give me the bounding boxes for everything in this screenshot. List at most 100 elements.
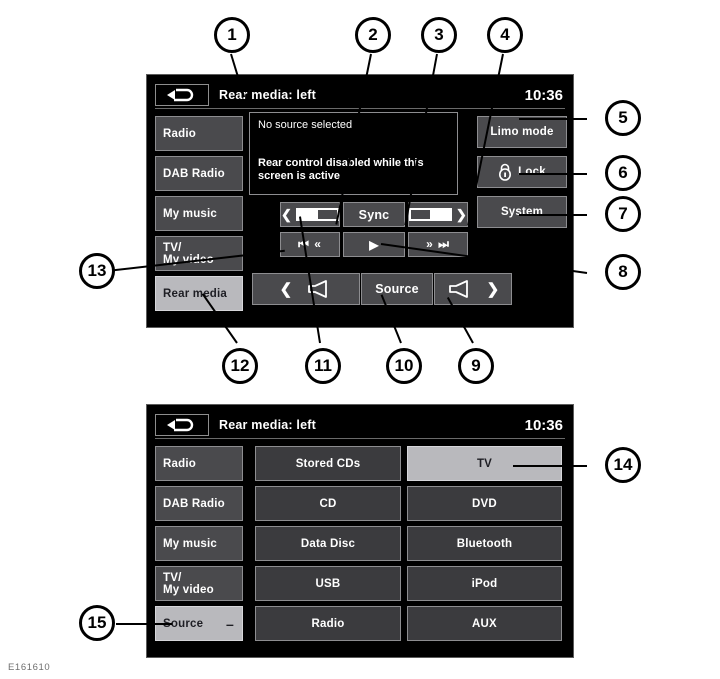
sidebar-item-label-line2: My video [163, 583, 214, 596]
system-label: System [500, 206, 544, 218]
sidebar-item-dab-radio[interactable]: DAB Radio [155, 156, 243, 191]
source-tile-usb[interactable]: USB [255, 566, 401, 601]
callout-12: 12 [222, 348, 258, 384]
callout-10: 10 [386, 348, 422, 384]
screen-title: Rear media: left [219, 88, 316, 102]
callout-6: 6 [605, 155, 641, 191]
source-tile-label: AUX [472, 617, 497, 630]
callout-11: 11 [305, 348, 341, 384]
source-tile-cd[interactable]: CD [255, 486, 401, 521]
source-tile-data-disc[interactable]: Data Disc [255, 526, 401, 561]
sync-button[interactable]: Sync [343, 202, 405, 227]
callout-number: 3 [434, 25, 444, 44]
balance-left-button[interactable]: ❮ [280, 202, 340, 227]
source-tile-label: USB [315, 577, 341, 590]
slider-knob[interactable] [411, 210, 430, 219]
source-tile-tv[interactable]: TV [407, 446, 562, 481]
sidebar-item-radio[interactable]: Radio [155, 446, 243, 481]
leader-line-5 [519, 118, 587, 120]
back-button[interactable] [155, 414, 209, 436]
rear-control-disabled-text: Rear control disabled while this screen … [258, 157, 424, 182]
left-balance-slider[interactable] [296, 208, 339, 221]
back-arrow-icon [167, 88, 194, 102]
sidebar-item-my-music[interactable]: My music [155, 526, 243, 561]
source-tile-label: DVD [472, 497, 497, 510]
callout-number: 15 [87, 613, 107, 632]
lock-icon [499, 163, 512, 181]
sidebar-item-label-line1: TV/ [163, 241, 182, 254]
source-info-box: No source selected Rear control disabled… [249, 112, 458, 195]
lock-button[interactable]: Lock [477, 156, 567, 188]
figure-code: E161610 [8, 662, 51, 673]
sidebar-item-tv-my-video[interactable]: TV/ My video [155, 566, 243, 601]
callout-number: 12 [230, 356, 250, 375]
source-tile-label: CD [319, 497, 337, 510]
callout-number: 11 [314, 356, 332, 375]
previous-track-button[interactable]: ⏮ « [280, 232, 340, 257]
source-tile-radio[interactable]: Radio [255, 606, 401, 641]
callout-number: 9 [471, 356, 481, 375]
source-tile-stored-cds[interactable]: Stored CDs [255, 446, 401, 481]
clock: 10:36 [524, 416, 563, 434]
callout-number: 13 [87, 261, 107, 280]
callout-8: 8 [605, 254, 641, 290]
callout-number: 5 [618, 108, 628, 127]
source-tile-ipod[interactable]: iPod [407, 566, 562, 601]
sidebar-item-dab-radio[interactable]: DAB Radio [155, 486, 243, 521]
source-tile-dvd[interactable]: DVD [407, 486, 562, 521]
sidebar-item-label-line1: TV/ [163, 571, 182, 584]
limo-mode-label: Limo mode [490, 126, 554, 138]
rear-media-source-screen: Rear media: left 10:36 Radio DAB Radio M… [146, 404, 574, 658]
sidebar-item-tv-my-video[interactable]: TV/ My video [155, 236, 243, 271]
sidebar-item-radio[interactable]: Radio [155, 116, 243, 151]
chevron-left-icon: ❮ [279, 280, 293, 298]
sidebar-item-label: DAB Radio [163, 167, 225, 180]
callout-7: 7 [605, 196, 641, 232]
lock-label: Lock [518, 166, 546, 178]
clock: 10:36 [524, 86, 563, 104]
source-tile-aux[interactable]: AUX [407, 606, 562, 641]
chevron-left-icon: ❮ [281, 207, 293, 222]
source-tile-label: Stored CDs [295, 457, 361, 470]
callout-15: 15 [79, 605, 115, 641]
source-button[interactable]: Source [361, 273, 433, 305]
sidebar-item-my-music[interactable]: My music [155, 196, 243, 231]
slider-knob[interactable] [318, 210, 337, 219]
limo-mode-button[interactable]: Limo mode [477, 116, 567, 148]
source-tile-bluetooth[interactable]: Bluetooth [407, 526, 562, 561]
callout-14: 14 [605, 447, 641, 483]
callout-number: 1 [227, 25, 237, 44]
system-button[interactable]: System [477, 196, 567, 228]
screen-title: Rear media: left [219, 418, 316, 432]
callout-number: 8 [618, 262, 628, 281]
callout-5: 5 [605, 100, 641, 136]
sidebar-item-label: My music [163, 207, 218, 220]
leader-line-14 [513, 465, 587, 467]
source-tile-label: Bluetooth [456, 537, 513, 550]
source-tile-label: Radio [311, 617, 345, 630]
collapse-indicator-icon: – [226, 615, 234, 632]
callout-number: 10 [394, 356, 414, 375]
callout-number: 7 [618, 204, 628, 223]
callout-3: 3 [421, 17, 457, 53]
source-tile-label: TV [476, 457, 493, 470]
sidebar-item-label: Radio [163, 127, 196, 140]
callout-number: 2 [368, 25, 378, 44]
right-balance-slider[interactable] [409, 208, 452, 221]
back-arrow-icon [167, 418, 194, 432]
balance-right-button[interactable]: ❯ [408, 202, 468, 227]
back-button[interactable] [155, 84, 209, 106]
sidebar-item-label: DAB Radio [163, 497, 225, 510]
callout-1: 1 [214, 17, 250, 53]
callout-9: 9 [458, 348, 494, 384]
sidebar-item-label: My music [163, 537, 218, 550]
volume-up-button[interactable]: ❯ [434, 273, 512, 305]
sidebar-item-rear-media[interactable]: Rear media [155, 276, 243, 311]
volume-down-button[interactable]: ❮ [252, 273, 360, 305]
sidebar-item-label: Radio [163, 457, 196, 470]
callout-13: 13 [79, 253, 115, 289]
callout-4: 4 [487, 17, 523, 53]
callout-number: 6 [618, 163, 628, 182]
status-bar-bottom: Rear media: left 10:36 [155, 412, 565, 439]
source-tile-label: iPod [471, 577, 498, 590]
